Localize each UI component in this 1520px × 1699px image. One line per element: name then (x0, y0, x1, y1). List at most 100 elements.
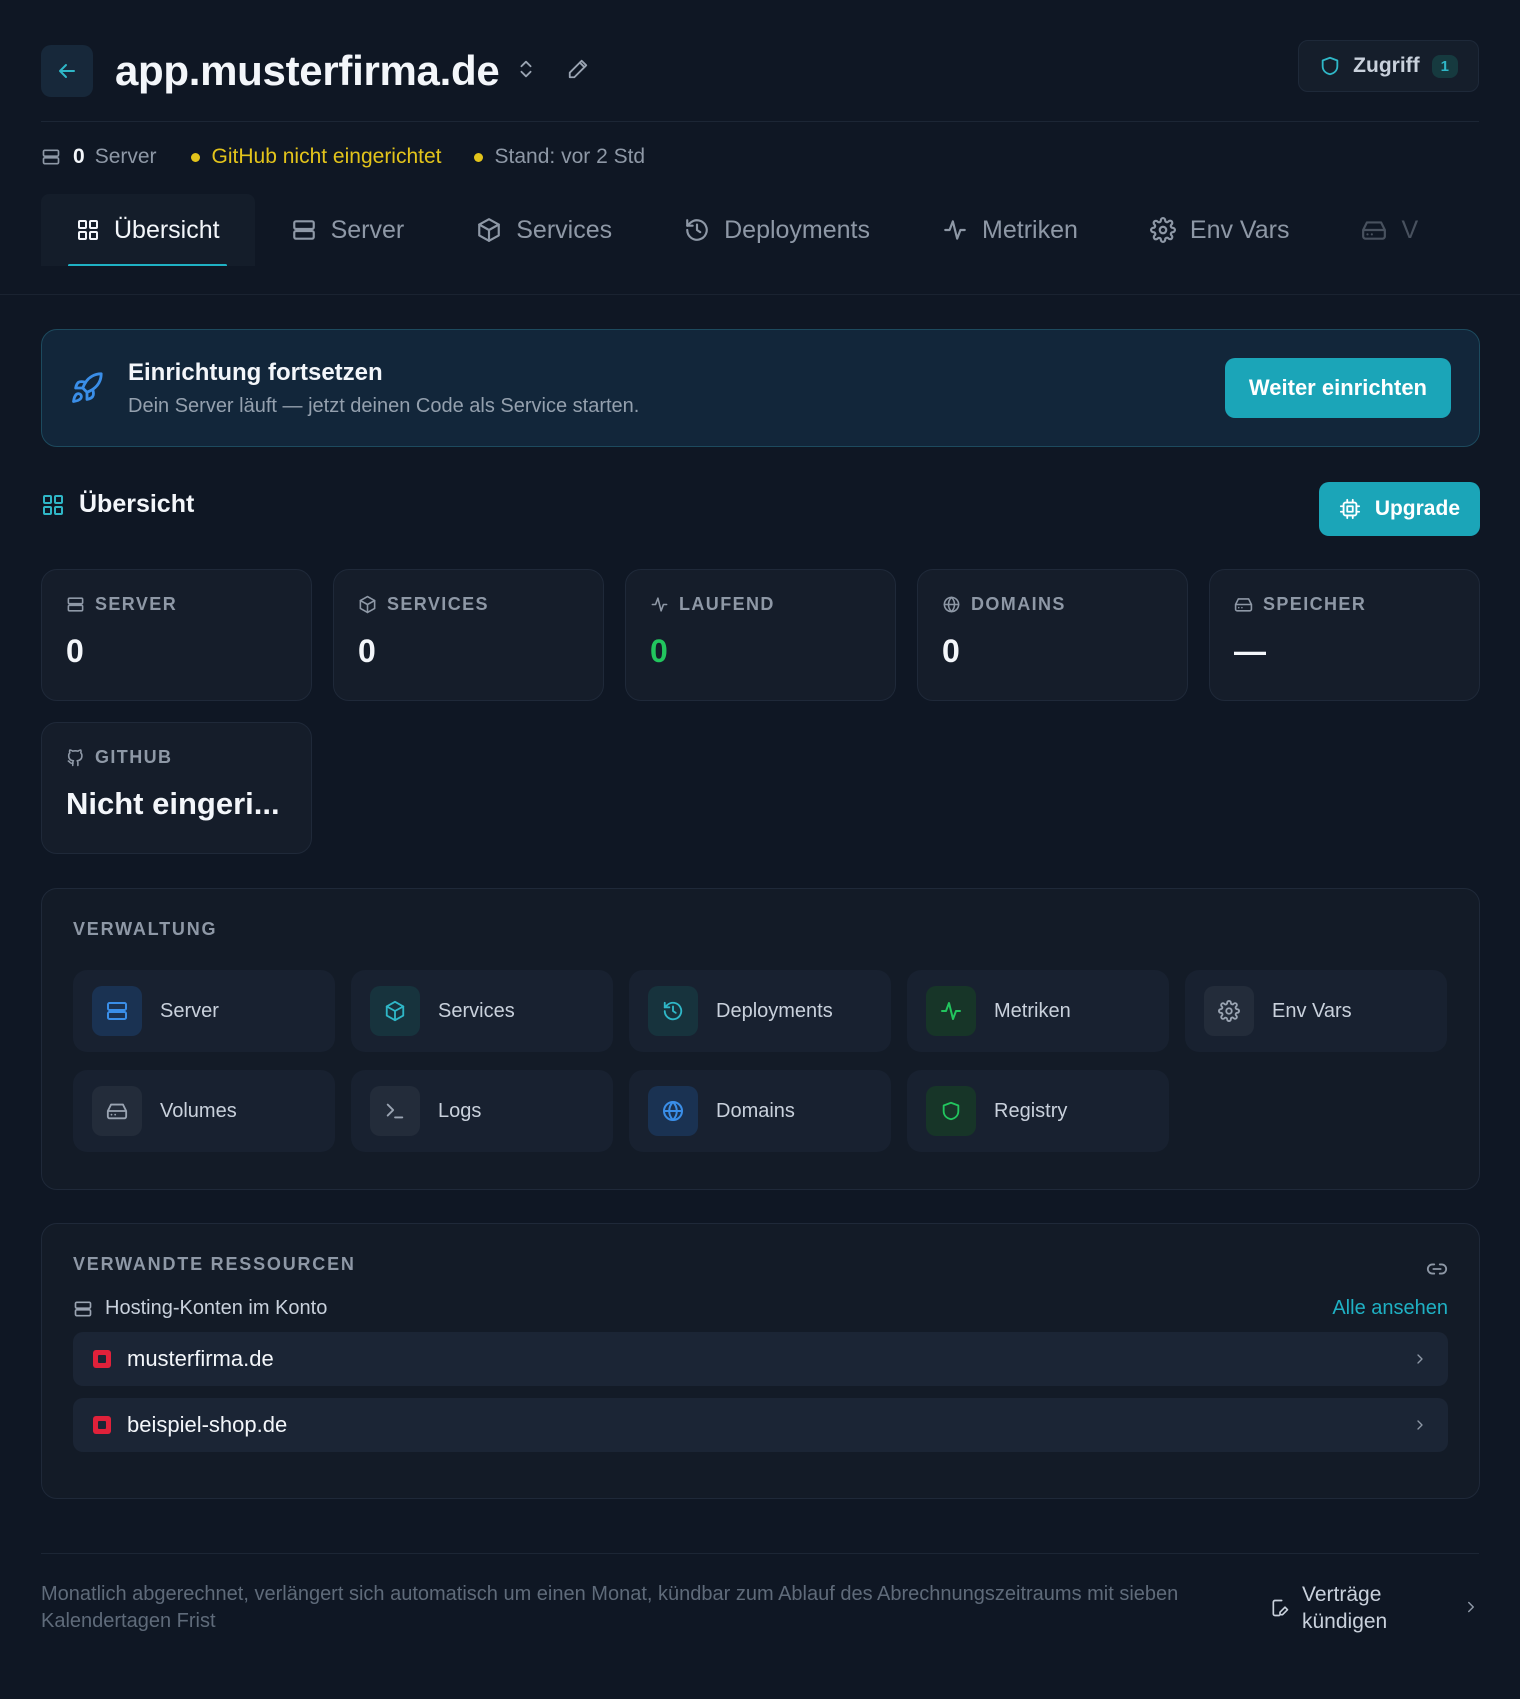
verwaltung-grid: Server Services Deployments Metriken Env… (73, 970, 1448, 1152)
github-status: GitHub nicht eingerichtet (190, 145, 442, 169)
page-header: app.musterfirma.de Zugriff 1 (41, 40, 1479, 122)
mgmt-item-domains[interactable]: Domains (629, 1070, 891, 1152)
hosting-account-name: musterfirma.de (127, 1346, 274, 1371)
box-icon (359, 595, 376, 614)
last-updated: Stand: vor 2 Std (473, 145, 646, 169)
status-dot (473, 152, 483, 162)
edit-title-button[interactable] (567, 58, 589, 80)
tab-label: Server (330, 215, 405, 244)
shield-icon (1321, 56, 1339, 76)
rocket-icon (72, 372, 103, 403)
chevron-right-icon[interactable] (1462, 1598, 1480, 1616)
stat-value: Nicht eingeri... (66, 786, 280, 821)
tab-server[interactable]: Server (255, 194, 441, 266)
stat-value: — (1234, 633, 1266, 669)
continue-setup-button[interactable]: Weiter einrichten (1224, 358, 1451, 418)
tab-volumes[interactable]: V (1325, 194, 1454, 266)
access-button[interactable]: Zugriff 1 (1298, 40, 1479, 92)
stat-card-github: GITHUB Nicht eingeri... (41, 722, 312, 854)
tab-label: Metriken (982, 215, 1078, 244)
mgmt-item-services[interactable]: Services (351, 970, 613, 1052)
stat-value: 0 (942, 633, 960, 669)
grid-icon (78, 220, 98, 240)
mgmt-icon-tile (370, 1086, 420, 1136)
tab-services[interactable]: Services (440, 194, 648, 266)
chevron-right-icon (1417, 1354, 1423, 1364)
project-switcher-button[interactable] (515, 58, 537, 80)
tab-uebersicht[interactable]: Übersicht (41, 194, 255, 266)
chevron-right-icon (1417, 1420, 1423, 1430)
back-button[interactable] (41, 45, 93, 97)
mgmt-item-env-vars[interactable]: Env Vars (1185, 970, 1447, 1052)
tab-env-vars[interactable]: Env Vars (1114, 194, 1326, 266)
mgmt-label: Services (438, 999, 515, 1022)
mgmt-icon-tile (648, 986, 698, 1036)
setup-banner: Einrichtung fortsetzen Dein Server läuft… (41, 329, 1480, 447)
access-count-badge: 1 (1431, 54, 1458, 78)
stat-card-services: SERVICES 0 (333, 569, 604, 701)
tab-label: Env Vars (1189, 215, 1290, 244)
server-count: 0 (73, 145, 85, 168)
stat-card-speicher: SPEICHER — (1209, 569, 1480, 701)
activity-icon (941, 1002, 961, 1020)
drive-icon (1362, 221, 1387, 240)
overview-heading: Übersicht (41, 490, 194, 519)
mgmt-item-volumes[interactable]: Volumes (73, 1070, 335, 1152)
stat-cards: SERVER 0 SERVICES 0 LAUFEND 0 DOMAINS 0 … (41, 569, 1480, 854)
tab-deployments[interactable]: Deployments (648, 194, 906, 266)
shield-icon (942, 1101, 960, 1121)
tab-label: Übersicht (114, 215, 220, 244)
status-row: 0 Server GitHub nicht eingerichtet Stand… (41, 145, 645, 169)
mgmt-label: Server (160, 999, 219, 1022)
hosting-account-name: beispiel-shop.de (127, 1412, 288, 1437)
hosting-accounts-heading: Hosting-Konten im Konto Alle ansehen (73, 1297, 1448, 1320)
cpu-icon (1339, 498, 1360, 520)
stat-card-laufend: LAUFEND 0 (625, 569, 896, 701)
activity-icon (651, 597, 668, 612)
mgmt-item-server[interactable]: Server (73, 970, 335, 1052)
banner-text: Einrichtung fortsetzen Dein Server läuft… (128, 359, 639, 418)
page-title: app.musterfirma.de (115, 47, 500, 94)
drive-icon (106, 1103, 128, 1120)
tabs-divider (0, 294, 1520, 295)
mgmt-item-registry[interactable]: Registry (907, 1070, 1169, 1152)
tab-label: Services (516, 215, 613, 244)
mgmt-icon-tile (648, 1086, 698, 1136)
server-icon (292, 220, 315, 240)
terminal-icon (386, 1103, 404, 1119)
link-icon[interactable] (1426, 1258, 1448, 1280)
tab-metriken[interactable]: Metriken (906, 194, 1114, 266)
gear-icon (1218, 1000, 1240, 1022)
stat-value: 0 (358, 633, 376, 669)
hosting-account-item[interactable]: beispiel-shop.de (73, 1398, 1448, 1452)
mgmt-icon-tile (370, 986, 420, 1036)
overview-title: Übersicht (79, 490, 195, 518)
mgmt-item-deployments[interactable]: Deployments (629, 970, 891, 1052)
activity-icon (944, 220, 966, 240)
mgmt-label: Metriken (994, 999, 1071, 1022)
server-icon (67, 597, 84, 612)
mgmt-item-logs[interactable]: Logs (351, 1070, 613, 1152)
mgmt-icon-tile (926, 1086, 976, 1136)
related-resources-panel: VERWANDTE RESSOURCEN Hosting-Konten im K… (41, 1223, 1480, 1499)
upgrade-button[interactable]: Upgrade (1318, 482, 1480, 536)
server-icon (107, 1002, 127, 1020)
edit-document-icon (1272, 1599, 1289, 1617)
globe-icon (943, 596, 960, 613)
cancel-contracts-label: Verträge kündigen (1302, 1583, 1388, 1633)
tab-bar: Übersicht Server Services Deployments Me… (41, 194, 1520, 266)
hosting-provider-logo-icon (93, 1350, 111, 1368)
stat-card-domains: DOMAINS 0 (917, 569, 1188, 701)
related-resources-title: VERWANDTE RESSOURCEN (73, 1254, 356, 1274)
banner-subtitle: Dein Server läuft — jetzt deinen Code al… (128, 394, 640, 417)
hosting-account-item[interactable]: musterfirma.de (73, 1332, 1448, 1386)
last-updated-text: Stand: vor 2 Std (494, 145, 646, 168)
mgmt-icon-tile (1204, 986, 1254, 1036)
footer-divider (41, 1553, 1479, 1554)
view-all-link[interactable]: Alle ansehen (1332, 1297, 1448, 1320)
access-label: Zugriff (1353, 54, 1420, 77)
mgmt-icon-tile (926, 986, 976, 1036)
tab-label: V (1401, 215, 1419, 244)
cancel-contracts-link[interactable]: Verträge kündigen (1270, 1581, 1412, 1635)
mgmt-item-metriken[interactable]: Metriken (907, 970, 1169, 1052)
